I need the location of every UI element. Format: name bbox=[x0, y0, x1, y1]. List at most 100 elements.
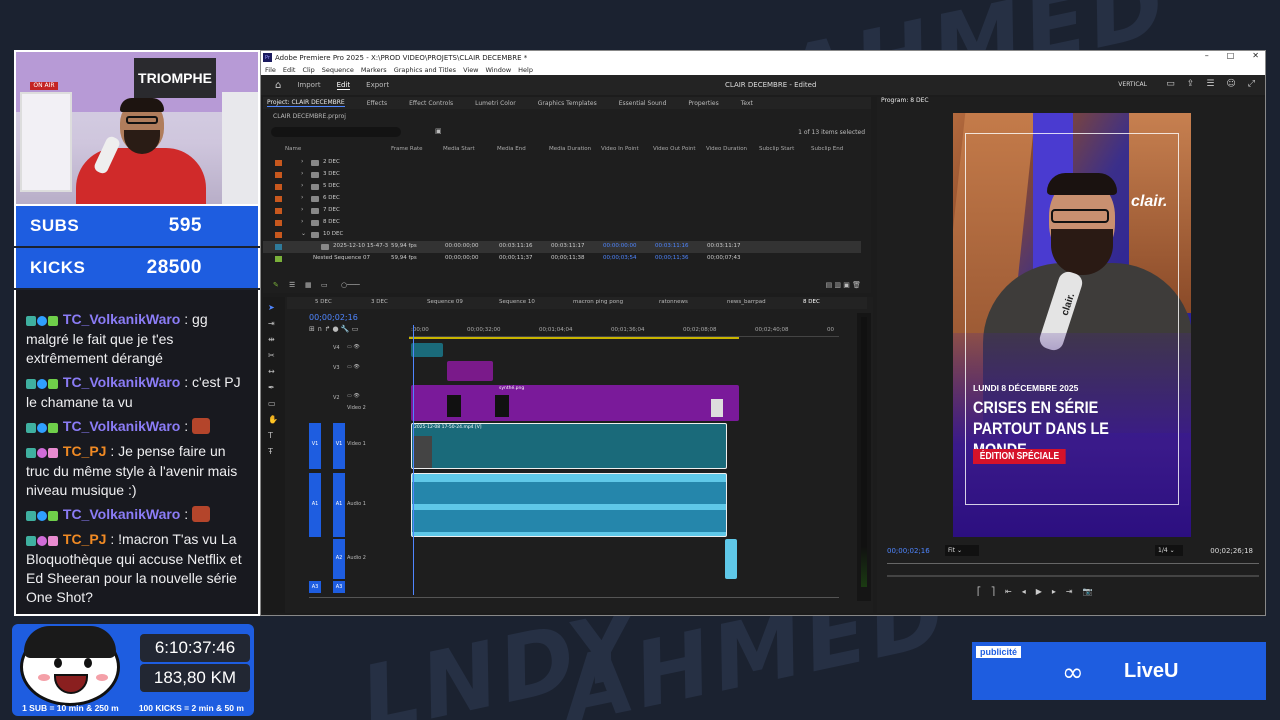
step-forward-icon[interactable]: ▸ bbox=[1052, 587, 1056, 596]
col-media-end[interactable]: Media End bbox=[497, 146, 526, 152]
maximize-icon[interactable]: □ bbox=[1227, 51, 1235, 60]
tab-properties[interactable]: Properties bbox=[688, 100, 718, 107]
menu-window[interactable]: Window bbox=[486, 66, 512, 74]
seq-tab[interactable]: ratonnews bbox=[659, 299, 688, 305]
timeline-tools-icons[interactable]: ⊞ ∩ ↱ ● 🔧 ▭ bbox=[309, 325, 358, 333]
mark-in-icon[interactable]: ⎡ bbox=[977, 587, 981, 596]
list-view-icon[interactable]: ☰ bbox=[289, 281, 295, 289]
col-framerate[interactable]: Frame Rate bbox=[391, 146, 423, 152]
feedback-icon[interactable]: ☺ bbox=[1226, 79, 1235, 89]
mode-import[interactable]: Import bbox=[297, 81, 320, 89]
track-target-a3[interactable]: A3 bbox=[333, 581, 345, 593]
tab-essential-sound[interactable]: Essential Sound bbox=[619, 100, 667, 107]
menu-view[interactable]: View bbox=[463, 66, 478, 74]
timeline-scrollbar[interactable] bbox=[309, 597, 839, 598]
menu-sequence[interactable]: Sequence bbox=[322, 66, 354, 74]
project-search-input[interactable] bbox=[271, 127, 401, 137]
chat-username[interactable]: TC_PJ bbox=[63, 531, 107, 547]
clip-audio-2[interactable] bbox=[725, 539, 737, 579]
source-patch-a3[interactable]: A3 bbox=[309, 581, 321, 593]
program-video-frame[interactable]: clair. clair. LUNDI 8 DÉCEMBRE 2025 CRIS… bbox=[953, 113, 1191, 537]
chat-username[interactable]: TC_VolkanikWaro bbox=[63, 418, 180, 434]
track-select-icon[interactable]: ⇥ bbox=[268, 319, 285, 329]
mark-out-icon[interactable]: ⎤ bbox=[991, 587, 995, 596]
tab-effect-controls[interactable]: Effect Controls bbox=[409, 100, 453, 107]
menu-help[interactable]: Help bbox=[518, 66, 533, 74]
ripple-edit-icon[interactable]: ⇹ bbox=[268, 335, 285, 345]
track-controls-icons[interactable]: ▭ 👁 bbox=[347, 393, 360, 399]
chat-username[interactable]: TC_VolkanikWaro bbox=[63, 506, 180, 522]
pen-tool-icon[interactable]: ✒ bbox=[268, 383, 285, 393]
bin-row[interactable]: › 3 DEC bbox=[263, 169, 861, 181]
seq-tab[interactable]: news_barrpad bbox=[727, 299, 766, 305]
play-icon[interactable]: ▶ bbox=[1036, 587, 1042, 596]
clip-audio[interactable] bbox=[411, 473, 727, 537]
close-icon[interactable]: ✕ bbox=[1252, 51, 1259, 60]
home-icon[interactable]: ⌂ bbox=[275, 80, 281, 91]
clip-row[interactable]: 2025-12-10 15-47-3 59,94 fps 00:00:00;00… bbox=[263, 241, 861, 253]
track-controls-icons[interactable]: ▭ 👁 bbox=[347, 364, 360, 370]
menu-edit[interactable]: Edit bbox=[283, 66, 296, 74]
track-controls-icons[interactable]: ▭ 👁 bbox=[347, 344, 360, 350]
seq-tab[interactable]: Sequence 10 bbox=[499, 299, 535, 305]
seq-tab-active[interactable]: 8 DEC bbox=[803, 299, 820, 305]
type-tool-icon[interactable]: T bbox=[268, 431, 285, 441]
seq-tab[interactable]: 3 DEC bbox=[371, 299, 388, 305]
work-area-bar[interactable] bbox=[409, 337, 739, 339]
icon-view-icon[interactable]: ▦ bbox=[305, 281, 312, 289]
mode-export[interactable]: Export bbox=[366, 81, 389, 89]
menu-file[interactable]: File bbox=[265, 66, 276, 74]
workspace-layout[interactable]: VERTICAL bbox=[1118, 81, 1147, 88]
col-video-out[interactable]: Video Out Point bbox=[653, 146, 696, 152]
bin-row[interactable]: › 6 DEC bbox=[263, 193, 861, 205]
clip[interactable] bbox=[411, 343, 443, 357]
track-target-a1[interactable]: A1 bbox=[333, 473, 345, 537]
chat-username[interactable]: TC_VolkanikWaro bbox=[63, 311, 180, 327]
fullscreen-icon[interactable]: ⤢ bbox=[1248, 79, 1255, 89]
tab-graphics-templates[interactable]: Graphics Templates bbox=[538, 100, 597, 107]
resolution-select[interactable]: 1/4 ⌄ bbox=[1155, 545, 1183, 556]
new-bin-icon[interactable]: ▣ bbox=[435, 127, 442, 135]
tab-lumetri[interactable]: Lumetri Color bbox=[475, 100, 516, 107]
col-media-start[interactable]: Media Start bbox=[443, 146, 475, 152]
zoom-select[interactable]: Fit ⌄ bbox=[945, 545, 979, 556]
program-time-ruler[interactable] bbox=[887, 563, 1259, 567]
quick-export-icon[interactable]: ☰ bbox=[1206, 79, 1214, 89]
menu-markers[interactable]: Markers bbox=[361, 66, 387, 74]
seq-tab[interactable]: Sequence 09 bbox=[427, 299, 463, 305]
seq-tab[interactable]: 5 DEC bbox=[315, 299, 332, 305]
vertical-type-icon[interactable]: Ŧ bbox=[268, 447, 285, 457]
rectangle-tool-icon[interactable]: ▭ bbox=[268, 399, 285, 409]
goto-in-icon[interactable]: ⇤ bbox=[1005, 587, 1012, 596]
slip-tool-icon[interactable]: ↔ bbox=[268, 367, 285, 377]
seq-tab[interactable]: macron ping pong bbox=[573, 299, 623, 305]
minimize-icon[interactable]: – bbox=[1205, 51, 1209, 60]
program-tab[interactable]: Program: 8 DEC bbox=[881, 97, 929, 104]
zoom-slider[interactable]: ○─── bbox=[341, 281, 360, 289]
selection-tool-icon[interactable]: ➤ bbox=[268, 303, 285, 313]
track-target-v1[interactable]: V1 bbox=[333, 423, 345, 469]
menu-clip[interactable]: Clip bbox=[302, 66, 314, 74]
bin-actions-icons[interactable]: ▤ ▥ ▣ 🗑 bbox=[826, 281, 861, 289]
bin-row[interactable]: ⌄ 10 DEC bbox=[263, 229, 861, 241]
freeform-view-icon[interactable]: ▭ bbox=[321, 281, 328, 289]
source-patch-a1[interactable]: A1 bbox=[309, 473, 321, 537]
bin-row[interactable]: › 5 DEC bbox=[263, 181, 861, 193]
bin-row[interactable]: › 7 DEC bbox=[263, 205, 861, 217]
program-scrollbar[interactable] bbox=[887, 575, 1259, 577]
step-back-icon[interactable]: ◂ bbox=[1022, 587, 1026, 596]
tab-effects[interactable]: Effects bbox=[367, 100, 387, 107]
col-name[interactable]: Name bbox=[285, 146, 301, 152]
col-media-duration[interactable]: Media Duration bbox=[549, 146, 591, 152]
col-video-duration[interactable]: Video Duration bbox=[706, 146, 747, 152]
playhead[interactable] bbox=[413, 325, 414, 595]
clip-main-video[interactable]: 2025-12-08 17-50-24.mp4 [V] bbox=[411, 423, 727, 469]
tab-project[interactable]: Project: CLAIR DECEMBRE bbox=[267, 99, 345, 107]
chat-username[interactable]: TC_PJ bbox=[63, 443, 107, 459]
clip[interactable] bbox=[447, 361, 493, 381]
razor-tool-icon[interactable]: ✂ bbox=[268, 351, 285, 361]
chat-username[interactable]: TC_VolkanikWaro bbox=[63, 374, 180, 390]
col-subclip-start[interactable]: Subclip Start bbox=[759, 146, 794, 152]
pencil-icon[interactable]: ✎ bbox=[273, 281, 279, 289]
timeline-timecode[interactable]: 00;00;02;16 bbox=[309, 313, 358, 322]
